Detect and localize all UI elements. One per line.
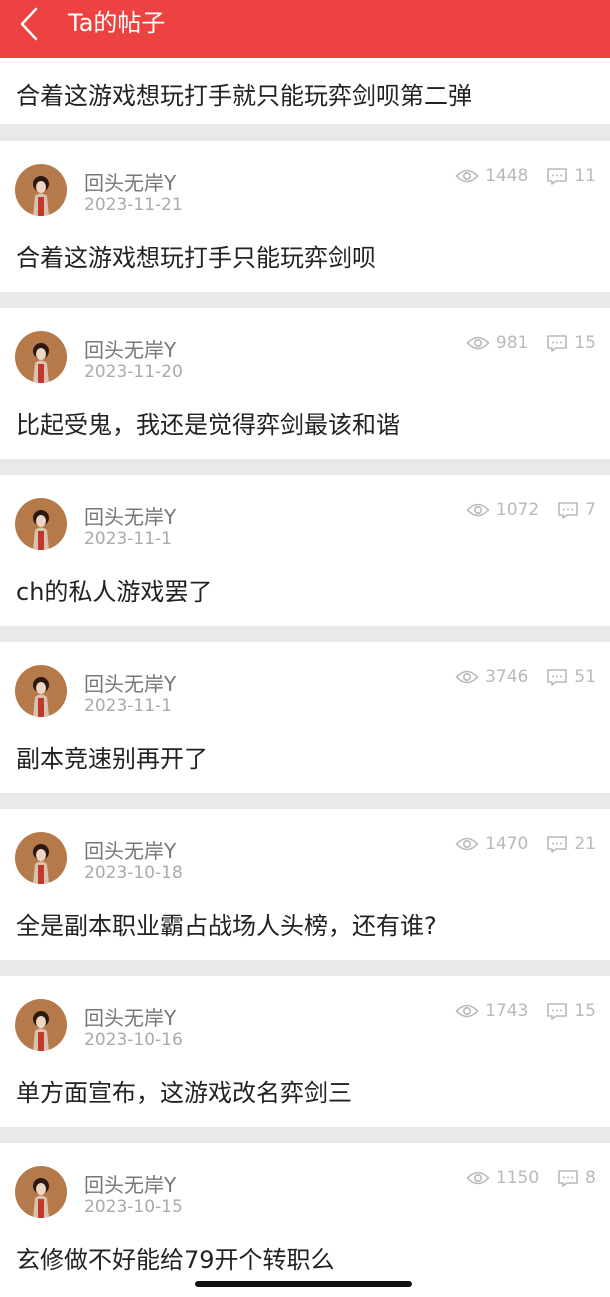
post-title[interactable]: ch的私人游戏罢了 <box>16 572 212 607</box>
post-date: 2023-11-20 <box>84 362 183 382</box>
views-stat: 1072 <box>466 500 539 520</box>
post-card[interactable]: 回头无岸Y 2023-11-21 1448 11 合着这游戏想玩打手只能玩弈剑呗 <box>0 141 610 292</box>
post-title[interactable]: 合着这游戏想玩打手只能玩弈剑呗 <box>16 238 376 273</box>
username[interactable]: 回头无岸Y <box>84 501 176 530</box>
avatar[interactable] <box>15 498 67 550</box>
eye-icon <box>455 169 479 183</box>
post-stats: 1072 7 <box>466 500 596 520</box>
back-button[interactable] <box>16 6 46 42</box>
eye-icon <box>455 1004 479 1018</box>
username[interactable]: 回头无岸Y <box>84 835 176 864</box>
username[interactable]: 回头无岸Y <box>84 334 176 363</box>
post-stats: 1743 15 <box>455 1001 596 1021</box>
views-stat: 1150 <box>466 1168 539 1188</box>
post-date: 2023-10-16 <box>84 1030 183 1050</box>
comments-stat: 21 <box>546 834 596 854</box>
post-stats: 1448 11 <box>455 166 596 186</box>
avatar[interactable] <box>15 999 67 1051</box>
post-card-pinned[interactable]: 合着这游戏想玩打手就只能玩弈剑呗第二弹 <box>0 58 610 124</box>
comments-stat: 7 <box>557 500 596 520</box>
username[interactable]: 回头无岸Y <box>84 1002 176 1031</box>
post-card[interactable]: 回头无岸Y 2023-11-1 3746 51 副本竞速别再开了 <box>0 642 610 793</box>
post-title[interactable]: 全是副本职业霸占战场人头榜，还有谁? <box>16 906 437 941</box>
comments-stat: 15 <box>546 333 596 353</box>
views-count: 3746 <box>485 667 529 687</box>
post-stats: 1150 8 <box>466 1168 596 1188</box>
eye-icon <box>455 837 479 851</box>
post-title[interactable]: 单方面宣布，这游戏改名弈剑三 <box>16 1073 352 1108</box>
comments-count: 21 <box>574 834 596 854</box>
post-date: 2023-10-18 <box>84 863 183 883</box>
comments-stat: 8 <box>557 1168 596 1188</box>
app-header: Ta的帖子 <box>0 0 610 58</box>
eye-icon <box>466 336 490 350</box>
post-card[interactable]: 回头无岸Y 2023-10-15 1150 8 玄修做不好能给79开个转职么 <box>0 1143 610 1297</box>
post-title[interactable]: 副本竞速别再开了 <box>16 739 208 774</box>
comments-count: 51 <box>574 667 596 687</box>
eye-icon <box>466 1171 490 1185</box>
comments-count: 7 <box>585 500 596 520</box>
views-count: 1150 <box>495 1168 540 1188</box>
post-card[interactable]: 回头无岸Y 2023-11-20 981 15 比起受鬼，我还是觉得弈剑最该和谐 <box>0 308 610 459</box>
views-count: 1470 <box>485 834 529 854</box>
comments-stat: 15 <box>546 1001 596 1021</box>
comment-icon <box>558 1170 578 1187</box>
comments-stat: 11 <box>546 166 596 186</box>
eye-icon <box>455 670 479 684</box>
avatar[interactable] <box>15 1166 67 1218</box>
page-title: Ta的帖子 <box>68 9 166 37</box>
views-count: 1072 <box>495 500 540 520</box>
username[interactable]: 回头无岸Y <box>84 668 176 697</box>
post-stats: 3746 51 <box>455 667 596 687</box>
avatar[interactable] <box>15 665 67 717</box>
post-card[interactable]: 回头无岸Y 2023-11-1 1072 7 ch的私人游戏罢了 <box>0 475 610 626</box>
views-count: 1448 <box>485 166 529 186</box>
home-indicator[interactable] <box>195 1281 412 1287</box>
chevron-left-icon <box>20 7 38 41</box>
comment-icon <box>558 502 578 519</box>
post-stats: 981 15 <box>466 333 596 353</box>
avatar[interactable] <box>15 164 67 216</box>
eye-icon <box>466 503 490 517</box>
post-stats: 1470 21 <box>455 834 596 854</box>
views-stat: 1470 <box>455 834 528 854</box>
username[interactable]: 回头无岸Y <box>84 167 176 196</box>
post-card[interactable]: 回头无岸Y 2023-10-16 1743 15 单方面宣布，这游戏改名弈剑三 <box>0 976 610 1127</box>
comment-icon <box>547 168 568 185</box>
views-stat: 981 <box>466 333 528 353</box>
post-date: 2023-11-1 <box>84 529 172 549</box>
comments-stat: 51 <box>546 667 596 687</box>
post-title[interactable]: 玄修做不好能给79开个转职么 <box>16 1240 335 1275</box>
username[interactable]: 回头无岸Y <box>84 1169 176 1198</box>
post-date: 2023-11-1 <box>84 696 172 716</box>
comment-icon <box>547 669 568 686</box>
post-date: 2023-10-15 <box>84 1197 183 1217</box>
post-date: 2023-11-21 <box>84 195 183 215</box>
views-stat: 1448 <box>455 166 528 186</box>
avatar[interactable] <box>15 832 67 884</box>
views-count: 981 <box>495 333 529 353</box>
avatar[interactable] <box>15 331 67 383</box>
post-title[interactable]: 合着这游戏想玩打手就只能玩弈剑呗第二弹 <box>16 76 472 111</box>
comment-icon <box>547 1003 568 1020</box>
comments-count: 11 <box>574 166 596 186</box>
comments-count: 15 <box>574 1001 596 1021</box>
views-count: 1743 <box>485 1001 529 1021</box>
post-card[interactable]: 回头无岸Y 2023-10-18 1470 21 全是副本职业霸占战场人头榜，还… <box>0 809 610 960</box>
post-title[interactable]: 比起受鬼，我还是觉得弈剑最该和谐 <box>16 405 400 440</box>
comment-icon <box>547 836 568 853</box>
views-stat: 1743 <box>455 1001 528 1021</box>
comments-count: 8 <box>585 1168 596 1188</box>
comment-icon <box>547 335 568 352</box>
comments-count: 15 <box>574 333 596 353</box>
views-stat: 3746 <box>455 667 528 687</box>
